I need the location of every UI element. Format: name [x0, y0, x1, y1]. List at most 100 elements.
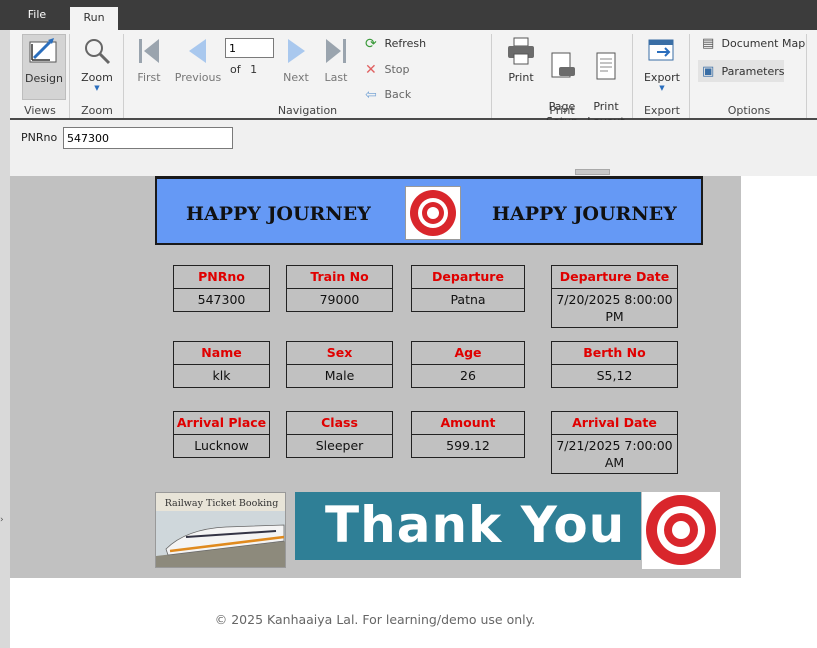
export-label: Export: [643, 71, 680, 84]
railway-emblem-icon: [410, 190, 456, 236]
menu-tab-bar: File Run: [0, 0, 817, 30]
field-header: Arrival Date: [551, 411, 678, 435]
journey-banner: HAPPY JOURNEY HAPPY JOURNEY: [155, 176, 703, 245]
next-page-button[interactable]: Next: [278, 36, 314, 84]
field-value: 599.12: [411, 435, 525, 458]
field-value: Lucknow: [173, 435, 270, 458]
first-label: First: [137, 71, 161, 84]
report-page: HAPPY JOURNEY HAPPY JOURNEY PNRno 547300 T…: [10, 176, 741, 578]
railway-logo-large: [642, 492, 720, 569]
field-value: 26: [411, 365, 525, 388]
collapse-parameters-handle[interactable]: [575, 169, 610, 175]
field-header: Departure Date: [551, 265, 678, 289]
total-pages: 1: [250, 63, 258, 76]
field-value: Sleeper: [286, 435, 393, 458]
separator: [491, 34, 492, 118]
parameters-icon: ▣: [702, 64, 715, 79]
parameters-button[interactable]: ▣ Parameters: [702, 63, 784, 81]
zoom-button[interactable]: Zoom ▼: [74, 36, 120, 92]
rail-image-title: Railway Ticket Booking: [164, 498, 279, 509]
first-page-icon: [139, 39, 159, 63]
export-button[interactable]: Export ▼: [640, 36, 684, 92]
field-value: S5,12: [551, 365, 678, 388]
left-edge-panel: ›: [0, 30, 10, 648]
page-count: of 1: [230, 63, 257, 76]
print-layout-icon: [596, 52, 616, 80]
zoom-dropdown-icon: ▼: [94, 84, 100, 92]
field-value: 79000: [286, 289, 393, 312]
export-icon: [648, 39, 674, 61]
navigation-group-label: Navigation: [277, 104, 338, 117]
zoom-label: Zoom: [81, 71, 113, 84]
export-group-label: Export: [643, 104, 680, 117]
document-map-button[interactable]: ▤ Document Map: [702, 35, 805, 53]
options-group-label: Options: [727, 104, 771, 117]
last-page-icon: [326, 39, 346, 63]
printer-icon: [508, 37, 534, 65]
pnr-param-label: PNRno: [21, 131, 58, 144]
parameters-label: Parameters: [721, 65, 785, 78]
design-button-content[interactable]: Design: [22, 36, 66, 85]
tab-file[interactable]: File: [14, 0, 60, 30]
railway-ticket-booking-image: Railway Ticket Booking: [155, 492, 286, 568]
last-page-button[interactable]: Last: [318, 36, 354, 84]
design-label: Design: [25, 72, 63, 85]
expand-arrow-icon[interactable]: ›: [0, 515, 4, 525]
field-header: Train No: [286, 265, 393, 289]
next-arrow-icon: [288, 39, 305, 63]
document-map-label: Document Map: [721, 37, 806, 50]
previous-page-button[interactable]: Previous: [172, 36, 224, 84]
back-label: Back: [384, 88, 412, 101]
separator: [632, 34, 633, 118]
design-ruler-icon: [29, 38, 57, 63]
page-number-input[interactable]: [225, 38, 274, 58]
field-value: Male: [286, 365, 393, 388]
back-button[interactable]: ⇦ Back: [365, 86, 411, 104]
print-group-label: Print: [549, 104, 575, 117]
separator: [806, 34, 807, 118]
thank-you-text: Thank You: [325, 496, 626, 554]
stop-button[interactable]: ✕ Stop: [365, 61, 410, 79]
tab-run[interactable]: Run: [70, 7, 118, 30]
zoom-magnifier-icon: [85, 39, 111, 65]
train-icon: [156, 511, 285, 567]
banner-right-text: HAPPY JOURNEY: [492, 203, 677, 225]
print-label: Print: [508, 71, 534, 84]
back-arrow-icon: ⇦: [365, 87, 377, 103]
field-header: Amount: [411, 411, 525, 435]
refresh-button[interactable]: ⟳ Refresh: [365, 35, 426, 53]
field-header: Arrival Place: [173, 411, 270, 435]
zoom-group-label: Zoom: [81, 104, 113, 117]
stop-label: Stop: [384, 63, 410, 76]
field-header: Sex: [286, 341, 393, 365]
separator: [689, 34, 690, 118]
views-group-label: Views: [24, 104, 56, 117]
field-value: 7/20/2025 8:00:00 PM: [551, 289, 678, 328]
footer-text: © 2025 Kanhaaiya Lal. For learning/demo …: [214, 612, 536, 627]
of-label: of: [230, 63, 241, 76]
thank-you-image: Thank You: [295, 492, 641, 560]
field-value: klk: [173, 365, 270, 388]
refresh-label: Refresh: [384, 37, 427, 50]
first-page-button[interactable]: First: [130, 36, 168, 84]
parameter-bar: PNRno: [10, 120, 817, 176]
field-header: Age: [411, 341, 525, 365]
railway-emblem-large-icon: [646, 495, 716, 565]
last-label: Last: [324, 71, 348, 84]
next-label: Next: [283, 71, 309, 84]
separator: [69, 34, 70, 118]
ribbon-toolbar: Design Views Zoom ▼ Zoom First Previous …: [10, 30, 817, 128]
refresh-icon: ⟳: [365, 36, 377, 52]
field-value: 547300: [173, 289, 270, 312]
stop-x-icon: ✕: [365, 62, 377, 78]
field-value: 7/21/2025 7:00:00 AM: [551, 435, 678, 474]
field-header: Berth No: [551, 341, 678, 365]
separator: [123, 34, 124, 118]
field-value: Patna: [411, 289, 525, 312]
export-dropdown-icon: ▼: [659, 84, 665, 92]
page-setup-icon: [551, 52, 575, 78]
print-button[interactable]: Print: [503, 36, 539, 84]
previous-arrow-icon: [189, 39, 206, 63]
banner-left-text: HAPPY JOURNEY: [186, 203, 371, 225]
pnr-param-input[interactable]: [63, 127, 233, 149]
